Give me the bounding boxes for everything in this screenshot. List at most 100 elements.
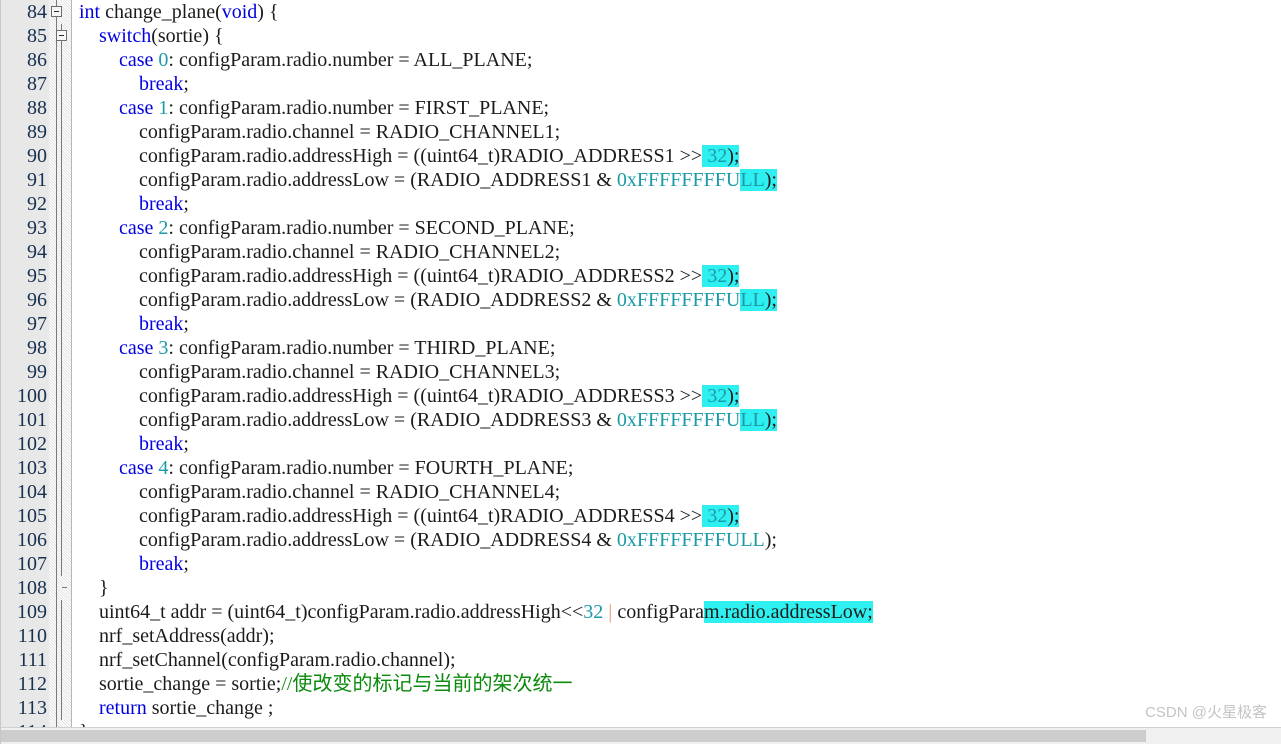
code-line-text[interactable]: break; — [75, 552, 1281, 576]
code-line[interactable]: 103 case 4: configParam.radio.number = F… — [1, 456, 1281, 480]
fold-margin[interactable] — [49, 360, 71, 384]
code-line[interactable]: 108 } — [1, 576, 1281, 600]
horizontal-scrollbar-thumb[interactable] — [1, 730, 1146, 742]
code-line[interactable]: 102 break; — [1, 432, 1281, 456]
code-line[interactable]: 104 configParam.radio.channel = RADIO_CH… — [1, 480, 1281, 504]
code-line[interactable]: 94 configParam.radio.channel = RADIO_CHA… — [1, 240, 1281, 264]
code-line[interactable]: 110 nrf_setAddress(addr); — [1, 624, 1281, 648]
code-line[interactable]: 109 uint64_t addr = (uint64_t)configPara… — [1, 600, 1281, 624]
code-line[interactable]: 99 configParam.radio.channel = RADIO_CHA… — [1, 360, 1281, 384]
code-line[interactable]: 88 case 1: configParam.radio.number = FI… — [1, 96, 1281, 120]
fold-margin[interactable] — [49, 0, 71, 24]
code-line-text[interactable]: int change_plane(void) { — [75, 0, 1281, 24]
code-line-text[interactable]: nrf_setAddress(addr); — [75, 624, 1281, 648]
code-line[interactable]: 92 break; — [1, 192, 1281, 216]
code-line-text[interactable]: configParam.radio.addressLow = (RADIO_AD… — [75, 168, 1281, 192]
code-line-text[interactable]: case 2: configParam.radio.number = SECON… — [75, 216, 1281, 240]
code-line[interactable]: 106 configParam.radio.addressLow = (RADI… — [1, 528, 1281, 552]
fold-margin[interactable] — [49, 624, 71, 648]
code-line[interactable]: 86 case 0: configParam.radio.number = AL… — [1, 48, 1281, 72]
fold-margin[interactable] — [49, 120, 71, 144]
fold-margin[interactable] — [49, 144, 71, 168]
code-line-text[interactable]: uint64_t addr = (uint64_t)configParam.ra… — [75, 600, 1281, 624]
fold-margin[interactable] — [49, 480, 71, 504]
code-line[interactable]: 107 break; — [1, 552, 1281, 576]
code-line[interactable]: 105 configParam.radio.addressHigh = ((ui… — [1, 504, 1281, 528]
code-line[interactable]: 90 configParam.radio.addressHigh = ((uin… — [1, 144, 1281, 168]
code-line-text[interactable]: configParam.radio.addressLow = (RADIO_AD… — [75, 528, 1281, 552]
fold-margin[interactable] — [49, 48, 71, 72]
fold-margin[interactable] — [49, 576, 71, 600]
fold-margin[interactable] — [49, 216, 71, 240]
code-line-text[interactable]: configParam.radio.addressLow = (RADIO_AD… — [75, 408, 1281, 432]
code-line-text[interactable]: case 4: configParam.radio.number = FOURT… — [75, 456, 1281, 480]
code-line-text[interactable]: break; — [75, 312, 1281, 336]
fold-margin[interactable] — [49, 312, 71, 336]
fold-margin[interactable] — [49, 288, 71, 312]
code-line-text[interactable]: configParam.radio.addressLow = (RADIO_AD… — [75, 288, 1281, 312]
code-line[interactable]: 87 break; — [1, 72, 1281, 96]
code-line[interactable]: 111 nrf_setChannel(configParam.radio.cha… — [1, 648, 1281, 672]
fold-margin[interactable] — [49, 192, 71, 216]
code-line-text[interactable]: configParam.radio.channel = RADIO_CHANNE… — [75, 120, 1281, 144]
code-line-text[interactable]: break; — [75, 432, 1281, 456]
fold-margin[interactable] — [49, 336, 71, 360]
code-line-text[interactable]: configParam.radio.addressHigh = ((uint64… — [75, 144, 1281, 168]
code-line-text[interactable]: return sortie_change ; — [75, 696, 1281, 720]
code-line[interactable]: 97 break; — [1, 312, 1281, 336]
fold-margin[interactable] — [49, 504, 71, 528]
fold-margin[interactable] — [49, 168, 71, 192]
code-line[interactable]: 96 configParam.radio.addressLow = (RADIO… — [1, 288, 1281, 312]
fold-margin[interactable] — [49, 408, 71, 432]
code-line[interactable]: 98 case 3: configParam.radio.number = TH… — [1, 336, 1281, 360]
code-line[interactable]: 101 configParam.radio.addressLow = (RADI… — [1, 408, 1281, 432]
code-line-text[interactable]: case 1: configParam.radio.number = FIRST… — [75, 96, 1281, 120]
code-line-text[interactable]: configParam.radio.channel = RADIO_CHANNE… — [75, 480, 1281, 504]
fold-margin[interactable] — [49, 72, 71, 96]
code-line-text[interactable]: configParam.radio.channel = RADIO_CHANNE… — [75, 240, 1281, 264]
code-line-text[interactable]: configParam.radio.addressHigh = ((uint64… — [75, 504, 1281, 528]
code-line-text[interactable]: sortie_change = sortie;//使改变的标记与当前的架次统一 — [75, 672, 1281, 696]
code-line[interactable]: 113 return sortie_change ; — [1, 696, 1281, 720]
code-token: int — [79, 1, 101, 23]
code-line-text[interactable]: configParam.radio.channel = RADIO_CHANNE… — [75, 360, 1281, 384]
fold-collapse-icon[interactable] — [56, 30, 67, 41]
code-line-text[interactable]: case 3: configParam.radio.number = THIRD… — [75, 336, 1281, 360]
code-line[interactable]: 95 configParam.radio.addressHigh = ((uin… — [1, 264, 1281, 288]
code-line[interactable]: 91 configParam.radio.addressLow = (RADIO… — [1, 168, 1281, 192]
line-number: 113 — [1, 696, 49, 720]
fold-margin[interactable] — [49, 432, 71, 456]
code-token: configParam.radio.channel = RADIO_CHANNE… — [79, 241, 561, 263]
horizontal-scrollbar[interactable] — [1, 727, 1281, 744]
code-line-text[interactable]: nrf_setChannel(configParam.radio.channel… — [75, 648, 1281, 672]
code-line-text[interactable]: break; — [75, 192, 1281, 216]
code-token: uint64_t addr = (uint64_t)configParam.ra… — [79, 601, 584, 623]
code-line[interactable]: 89 configParam.radio.channel = RADIO_CHA… — [1, 120, 1281, 144]
fold-margin[interactable] — [49, 96, 71, 120]
code-line[interactable]: 84 int change_plane(void) { — [1, 0, 1281, 24]
fold-margin[interactable] — [49, 648, 71, 672]
fold-margin[interactable] — [49, 240, 71, 264]
fold-margin[interactable] — [49, 456, 71, 480]
code-line-text[interactable]: switch(sortie) { — [75, 24, 1281, 48]
code-line-text[interactable]: configParam.radio.addressHigh = ((uint64… — [75, 264, 1281, 288]
fold-margin[interactable] — [49, 696, 71, 720]
fold-margin[interactable] — [49, 600, 71, 624]
fold-margin[interactable] — [49, 24, 71, 48]
fold-margin[interactable] — [49, 672, 71, 696]
fold-collapse-icon[interactable] — [51, 6, 62, 17]
code-line-text[interactable]: configParam.radio.addressHigh = ((uint64… — [75, 384, 1281, 408]
code-line[interactable]: 112 sortie_change = sortie;//使改变的标记与当前的架… — [1, 672, 1281, 696]
code-line-text[interactable]: case 0: configParam.radio.number = ALL_P… — [75, 48, 1281, 72]
code-line-text[interactable]: } — [75, 576, 1281, 600]
fold-margin[interactable] — [49, 552, 71, 576]
code-line[interactable]: 93 case 2: configParam.radio.number = SE… — [1, 216, 1281, 240]
fold-margin[interactable] — [49, 264, 71, 288]
code-text-area[interactable]: 84 int change_plane(void) {85 switch(sort… — [1, 0, 1281, 728]
fold-margin[interactable] — [49, 528, 71, 552]
code-line-text[interactable]: break; — [75, 72, 1281, 96]
fold-margin[interactable] — [49, 384, 71, 408]
code-line[interactable]: 100 configParam.radio.addressHigh = ((ui… — [1, 384, 1281, 408]
code-line[interactable]: 85 switch(sortie) { — [1, 24, 1281, 48]
